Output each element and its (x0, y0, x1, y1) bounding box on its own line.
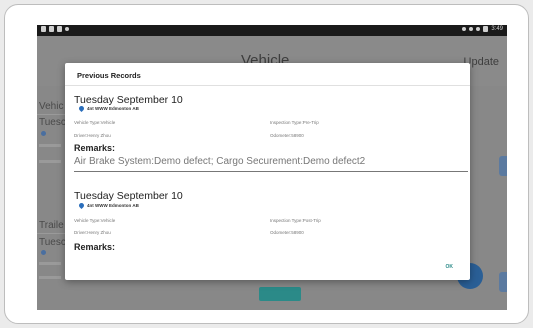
remarks-label: Remarks: (74, 242, 116, 252)
location-pin-icon (77, 201, 86, 210)
record-date: Tuesday September 10 (74, 190, 183, 202)
location-text: 4nt WWW Edmonton AB (87, 106, 139, 111)
location-pin-icon (41, 131, 46, 136)
previous-records-dialog: Previous Records Tuesday September 10 4n… (65, 63, 470, 280)
records-list[interactable]: Tuesday September 10 4nt WWW Edmonton AB… (65, 86, 470, 254)
record-date: Tuesday September 10 (74, 94, 183, 106)
wifi-icon (476, 27, 481, 31)
battery-icon (483, 26, 489, 32)
record-date-fragment: Tuesc (39, 117, 66, 128)
side-button[interactable] (499, 156, 507, 176)
text-placeholder (39, 276, 61, 279)
bottom-button[interactable] (259, 287, 301, 301)
location-pin-icon (41, 250, 46, 255)
ok-button[interactable]: OK (446, 264, 454, 270)
record-location: 4nt WWW Edmonton AB (77, 201, 139, 210)
vehicle-type: Vehicle Type:Vehicle (74, 120, 116, 125)
notification-icon (57, 26, 62, 32)
trailer-section-header: Traile (39, 220, 64, 231)
location-icon (469, 27, 474, 31)
vehicle-type: Vehicle Type:Vehicle (74, 218, 116, 223)
remarks-label: Remarks: (74, 143, 116, 153)
location-pin-icon (77, 104, 86, 113)
dialog-title: Previous Records (77, 71, 141, 80)
text-placeholder (39, 160, 61, 163)
inspection-type: Inspection Type:Pre-Trip (270, 120, 319, 125)
notification-icon (41, 26, 46, 32)
notification-icon (49, 26, 54, 32)
status-bar: 3:49 (37, 25, 507, 36)
notification-icon (65, 27, 69, 31)
driver: Driver:Henry Zhou (74, 133, 111, 138)
record-location: 4nt WWW Edmonton AB (77, 104, 139, 113)
odometer: Odometer:58900 (270, 230, 304, 235)
inspection-type: Inspection Type:Post-Trip (270, 218, 321, 223)
remarks-divider (74, 171, 468, 172)
vehicle-section-header: Vehic (39, 101, 64, 112)
text-placeholder (39, 144, 61, 147)
driver: Driver:Henry Zhou (74, 230, 111, 235)
remarks-text: Air Brake System:Demo defect; Cargo Secu… (74, 156, 366, 167)
record-date-fragment: Tuesc (39, 237, 66, 248)
odometer: Odometer:58900 (270, 133, 304, 138)
side-button[interactable] (499, 272, 507, 292)
text-placeholder (39, 262, 61, 265)
location-text: 4nt WWW Edmonton AB (87, 203, 139, 208)
status-time: 3:49 (491, 26, 503, 32)
bluetooth-icon (462, 27, 467, 31)
